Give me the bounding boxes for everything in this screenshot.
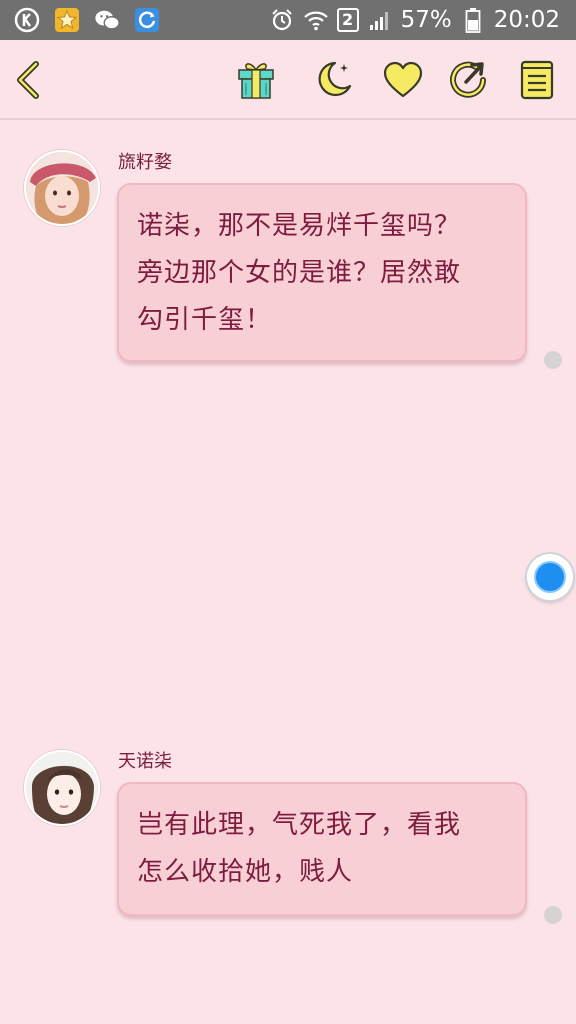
status-bar: 2 57% 20:02 — [0, 0, 576, 40]
status-right-icons: 2 57% 20:02 — [269, 4, 560, 36]
signal-icon — [367, 7, 393, 33]
night-mode-button[interactable] — [311, 58, 355, 102]
alarm-icon — [269, 7, 295, 33]
record-icon — [534, 561, 566, 593]
night-mode-icon — [318, 61, 352, 97]
message-line: 岂有此理，气死我了，看我 — [137, 810, 462, 840]
avatar[interactable] — [24, 750, 100, 826]
browser-icon — [134, 7, 160, 33]
avatar[interactable] — [24, 150, 100, 226]
star-app-icon — [54, 7, 80, 33]
favorite-icon — [383, 61, 423, 98]
favorite-button[interactable] — [381, 58, 425, 102]
message-line: 旁边那个女的是谁？居然敢 — [137, 258, 462, 288]
k-app-icon — [14, 7, 40, 33]
share-icon — [450, 61, 486, 98]
wifi-icon — [303, 7, 329, 33]
clock: 20:02 — [493, 7, 560, 33]
message-bubble: 岂有此理，气死我了，看我 怎么收拾她，贱人 — [117, 782, 527, 916]
catalog-button[interactable] — [515, 58, 559, 102]
reader-toolbar — [0, 40, 576, 120]
sender-name: 天诺柒 — [118, 751, 172, 772]
share-button[interactable] — [446, 58, 490, 102]
back-button[interactable] — [8, 58, 52, 102]
battery-percent: 57% — [400, 7, 452, 33]
sender-name: 旒籽婺 — [118, 152, 172, 173]
catalog-icon — [520, 60, 554, 100]
status-dot — [544, 906, 562, 924]
status-dot — [544, 351, 562, 369]
message-line: 怎么收拾她，贱人 — [137, 857, 354, 887]
gift-icon — [238, 63, 274, 99]
message-line: 勾引千玺！ — [137, 305, 273, 335]
status-left-icons — [14, 6, 160, 34]
back-icon — [17, 61, 39, 99]
gift-button[interactable] — [234, 58, 278, 102]
message-bubble: 诺柒，那不是易烊千玺吗？ 旁边那个女的是谁？居然敢 勾引千玺！ — [117, 183, 527, 362]
message-line: 诺柒，那不是易烊千玺吗？ — [137, 211, 462, 241]
wechat-icon — [94, 7, 120, 33]
floating-record-button[interactable] — [527, 554, 573, 600]
battery-icon — [460, 7, 486, 33]
sim-icon: 2 — [336, 8, 359, 32]
